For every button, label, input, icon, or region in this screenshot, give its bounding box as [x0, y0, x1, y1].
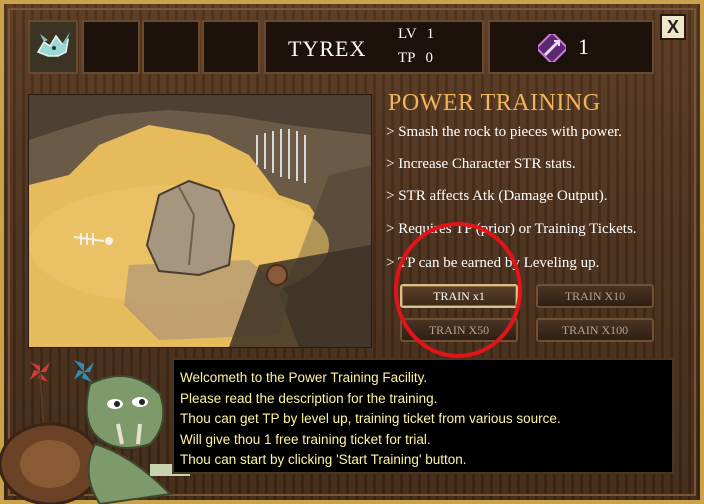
close-button[interactable]: X: [660, 14, 686, 40]
dialog-line: Welcometh to the Power Training Facility…: [180, 370, 428, 385]
cave-scene-illustration: [29, 95, 371, 347]
player-info-box: TYREX LV 1 TP 0: [264, 20, 484, 74]
player-name: TYREX: [288, 36, 367, 61]
character-portrait-slot[interactable]: [28, 20, 78, 74]
description-line: > Smash the rock to pieces with power.: [386, 124, 622, 140]
tp-label: TP: [398, 50, 416, 66]
dialog-line: Thou can get TP by level up, training ti…: [180, 411, 561, 426]
dialog-line: Will give thou 1 free training ticket fo…: [180, 431, 431, 447]
description-line: > TP can be earned by Leveling up.: [386, 255, 600, 271]
equipment-slot-3[interactable]: [202, 20, 260, 74]
dragon-portrait-icon: [30, 22, 76, 72]
train-x10-button[interactable]: TRAIN X10: [536, 284, 654, 308]
ticket-box: 1: [488, 20, 654, 74]
npc-dialog-box: Welcometh to the Power Training Facility…: [172, 358, 674, 474]
train-x100-button[interactable]: TRAIN X100: [536, 318, 654, 342]
close-icon: X: [666, 17, 679, 37]
level-stat: LV 1: [398, 26, 434, 43]
dialog-line: Please read the description for the trai…: [180, 390, 438, 406]
train-x50-button[interactable]: TRAIN X50: [400, 318, 518, 342]
description-line: > STR affects Atk (Damage Output).: [386, 188, 608, 204]
training-scene-image: [28, 94, 372, 348]
level-value: 1: [426, 26, 435, 42]
equipment-slot-1[interactable]: [82, 20, 140, 74]
tp-stat: TP 0: [398, 50, 433, 67]
dialog-line: Thou can start by clicking 'Start Traini…: [180, 452, 467, 467]
tp-value: 0: [425, 50, 434, 66]
pinwheel-icon: [30, 360, 94, 435]
level-label: LV: [398, 26, 417, 42]
train-x1-button[interactable]: TRAIN x1: [400, 284, 518, 308]
equipment-slot-2[interactable]: [142, 20, 200, 74]
training-title: POWER TRAINING: [388, 90, 601, 116]
description-line: > Increase Character STR stats.: [386, 156, 576, 172]
training-ticket-icon: [538, 34, 566, 62]
description-line: > Requires TP (prior) or Training Ticket…: [386, 221, 637, 237]
turtle-npc-portrait: [0, 360, 190, 504]
ticket-count: 1: [578, 34, 589, 59]
